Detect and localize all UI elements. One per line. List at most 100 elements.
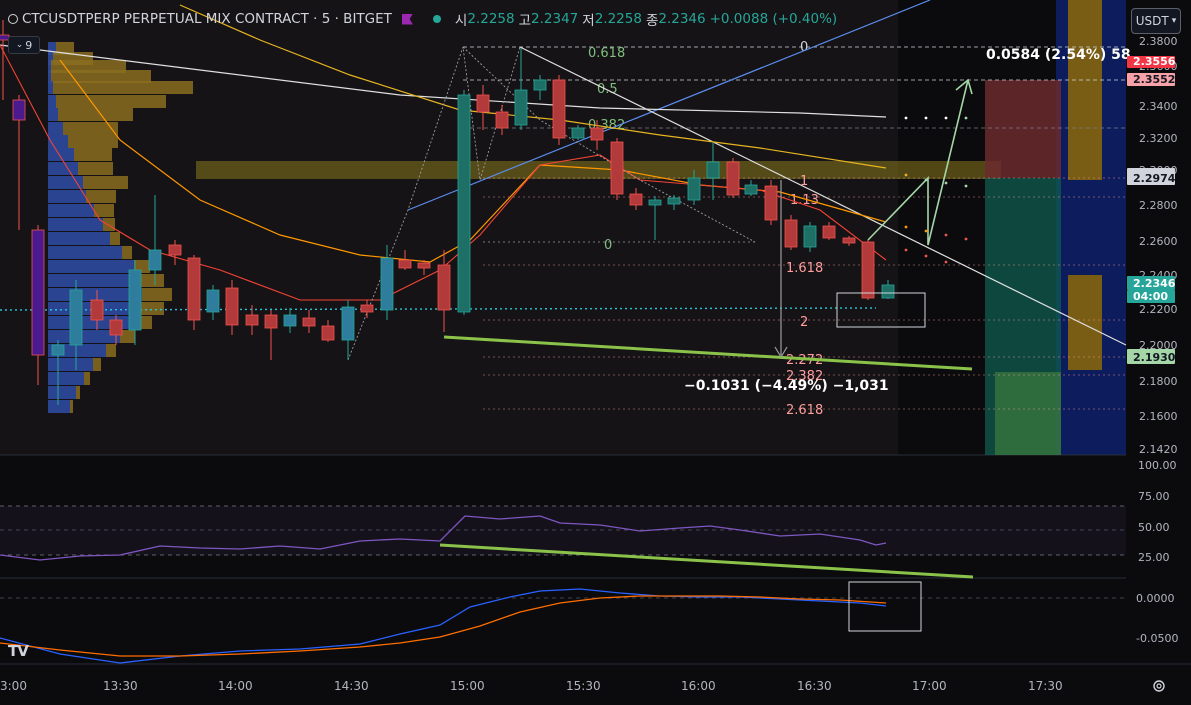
position-stop-zone (985, 80, 1061, 178)
candle-body (514, 89, 528, 126)
volume-profile-bar (48, 162, 78, 175)
volume-profile-bar (140, 274, 164, 287)
time-tick: 15:30 (566, 679, 601, 693)
fib-level-label: 0 (800, 40, 808, 55)
volume-profile-bar (48, 122, 63, 135)
candle-body (109, 319, 123, 336)
candle-body (784, 219, 798, 248)
candle-body (283, 314, 297, 327)
volume-profile-bar (93, 358, 101, 371)
high-label: 고 (518, 13, 532, 29)
flag-icon[interactable] (401, 13, 413, 25)
price-label-text: 04:00 (1133, 290, 1168, 303)
volume-profile-bar (48, 246, 122, 259)
volume-profile-bar (142, 288, 172, 301)
volume-profile-bar (84, 372, 90, 385)
volume-profile-bar (48, 232, 110, 245)
volume-profile-bar (48, 400, 70, 413)
candle-body (69, 289, 83, 346)
rsi-tick: 25.00 (1138, 551, 1170, 564)
price-label-text: 2.2974 (1133, 172, 1176, 185)
poc-band (196, 161, 1001, 179)
open-value: 2.2258 (467, 11, 515, 27)
candle-body (706, 161, 720, 179)
candle-body (245, 314, 259, 326)
candle-body (457, 94, 471, 313)
fib-extension-label: 2 (800, 315, 808, 330)
candle-body (225, 287, 239, 326)
volume-profile-bar (58, 108, 133, 121)
time-tick: 17:00 (912, 679, 947, 693)
candle-body (648, 199, 662, 206)
price-label-text: 2.1930 (1133, 351, 1176, 364)
time-tick: 17:30 (1028, 679, 1063, 693)
price-chart[interactable]: 0.6180.50.3820011.131.61822.2722.3822.61… (0, 0, 1191, 705)
candle-body (495, 111, 509, 129)
price-tick: 2.2800 (1139, 199, 1178, 212)
currency-button[interactable]: USDT ▾ (1131, 8, 1181, 34)
currency-label: USDT (1135, 14, 1169, 28)
candle-body (764, 185, 778, 221)
candle-body (206, 289, 220, 313)
candle-body (398, 259, 412, 269)
candle-body (12, 99, 26, 121)
volume-profile-bar (122, 246, 132, 259)
volume-profile-bar (48, 274, 140, 287)
candle-body (321, 325, 335, 341)
candle-body (187, 257, 201, 321)
tradingview-logo-icon[interactable]: TV (8, 642, 29, 660)
price-tick: 2.3800 (1139, 35, 1178, 48)
volume-profile-bar (83, 176, 128, 189)
candle-body (476, 94, 490, 113)
volume-profile-bar (48, 260, 134, 273)
volume-profile-bar (48, 190, 86, 203)
measure-down-label: −0.1031 (−4.49%) −1,031 (684, 378, 889, 394)
candle-body (437, 264, 451, 311)
volume-profile-bar (48, 95, 56, 108)
price-tick: 2.2200 (1139, 303, 1178, 316)
candle-body (148, 249, 162, 271)
volume-profile-bar (76, 386, 80, 399)
symbol-title[interactable]: CTCUSDTPERP PERPETUAL MIX CONTRACT · 5 ·… (22, 11, 392, 27)
open-label: 시 (454, 13, 468, 29)
candle-body (417, 262, 431, 269)
candle-body (881, 284, 895, 299)
candle-body (803, 225, 817, 248)
close-label: 종 (645, 13, 659, 29)
candle-body (590, 127, 604, 141)
change-value: +0.0088 (+0.40%) (709, 11, 838, 27)
volume-profile-bar (48, 386, 76, 399)
candle-body (302, 317, 316, 327)
time-tick: 14:30 (334, 679, 369, 693)
time-tick: 13:30 (103, 679, 138, 693)
gear-icon[interactable] (1151, 678, 1167, 694)
chevron-down-icon: ⌄ (15, 40, 24, 50)
candle-body (31, 229, 45, 356)
price-tick: 2.1800 (1139, 375, 1178, 388)
candle-body (861, 241, 875, 299)
volume-profile-bar (138, 302, 164, 315)
volume-profile-bar (48, 288, 142, 301)
indicators-toggle[interactable]: ⌄ 9 (8, 36, 40, 54)
price-label-text: 2.3556 (1133, 55, 1176, 68)
price-label-text: 2.3552 (1133, 73, 1175, 86)
fib-level-label: 0.618 (588, 46, 625, 61)
candle-body (822, 225, 836, 239)
volume-profile-bar (74, 148, 112, 161)
candle-body (667, 197, 681, 205)
volume-profile-bar (68, 135, 118, 148)
volume-profile-bar (63, 122, 118, 135)
rsi-tick: 75.00 (1138, 490, 1170, 503)
candle-body (533, 79, 547, 91)
close-value: 2.2346 (658, 11, 706, 27)
candle-body (571, 127, 585, 139)
price-tick: 2.3400 (1139, 100, 1178, 113)
volume-profile-bar (70, 400, 73, 413)
future-zone-gold (1068, 0, 1102, 180)
price-tick: 2.1420 (1139, 443, 1178, 456)
indicator-count: 9 (25, 38, 33, 52)
volume-profile-bar (78, 162, 113, 175)
volume-profile-bar (48, 218, 103, 231)
candle-body (610, 141, 624, 195)
macd-tick: 0.0000 (1136, 592, 1175, 605)
